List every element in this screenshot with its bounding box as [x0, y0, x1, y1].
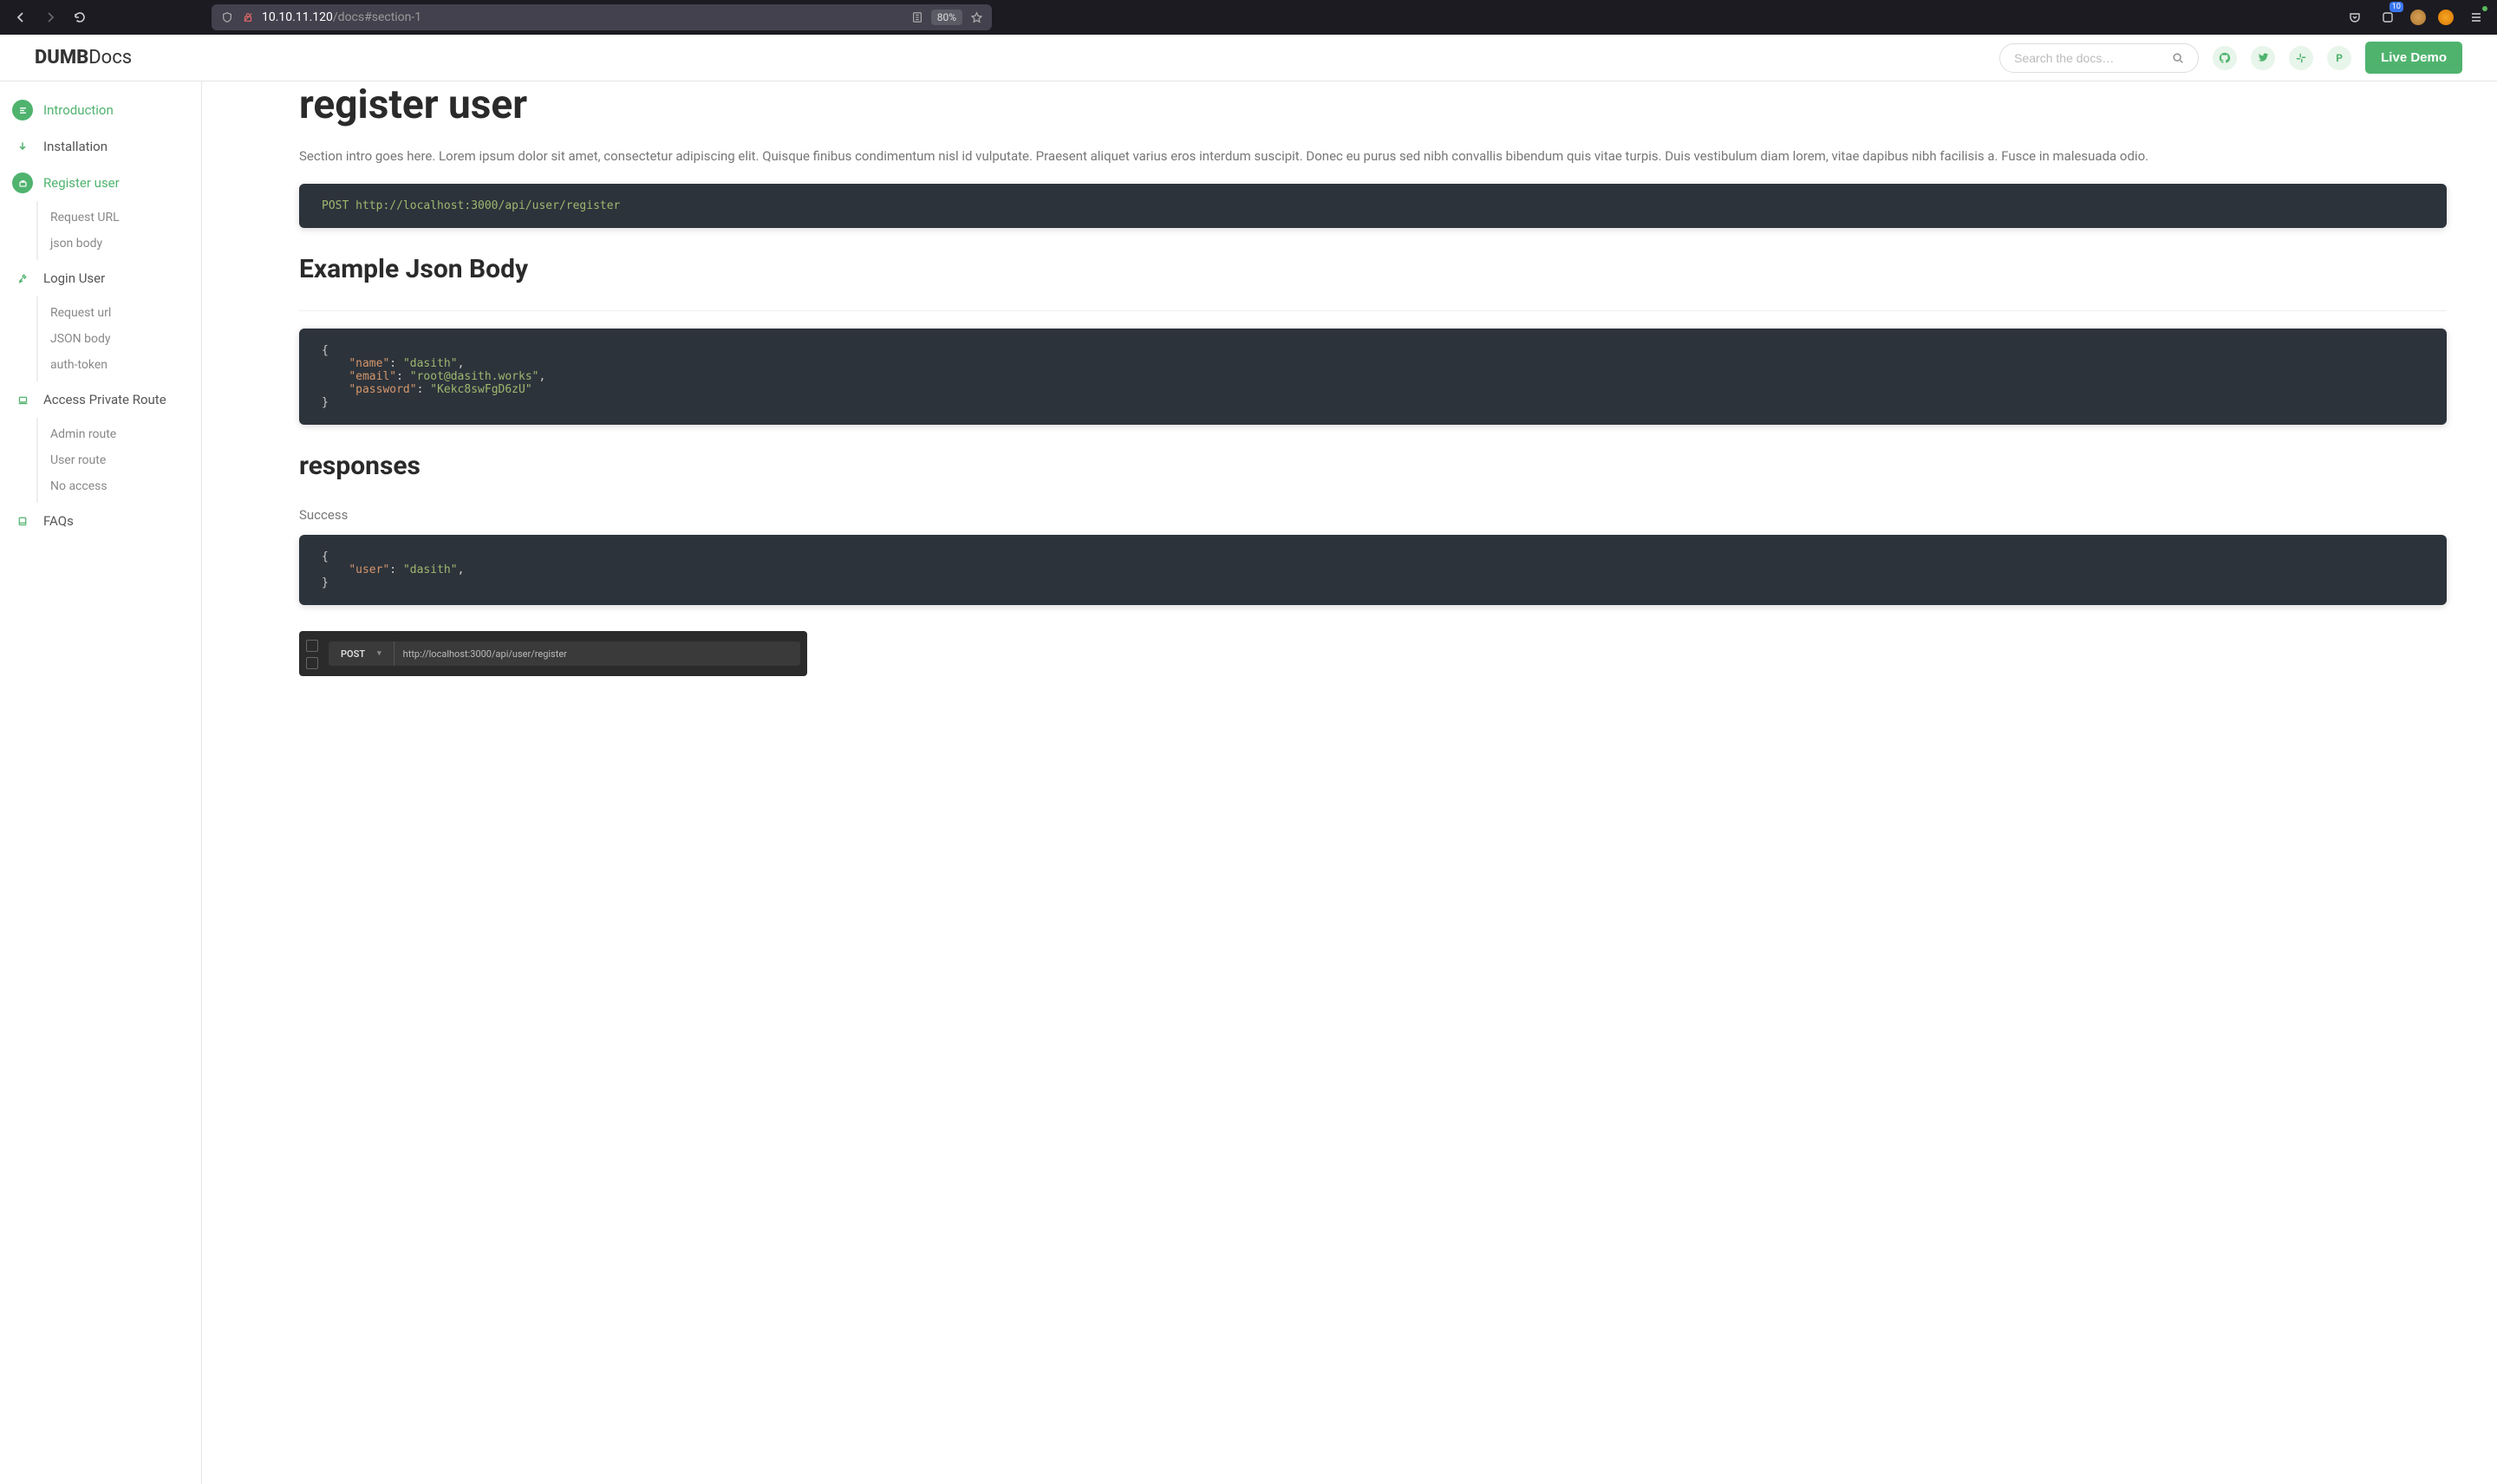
github-icon[interactable]	[2213, 46, 2237, 70]
back-button[interactable]	[10, 7, 31, 28]
heading-json-body: Example Json Body	[299, 254, 2447, 284]
page-title: register user	[299, 81, 2447, 128]
reader-icon[interactable]	[910, 10, 924, 24]
sidebar-item-label: Access Private Route	[43, 392, 166, 407]
search-input[interactable]	[2014, 51, 2172, 65]
sidebar-item-installation[interactable]: Installation	[0, 128, 201, 165]
align-icon	[12, 100, 33, 120]
sidebar-item-faqs[interactable]: FAQs	[0, 503, 201, 539]
shield-icon	[220, 10, 234, 24]
sidebar: Introduction Installation Register user …	[0, 81, 202, 1484]
postman-url: http://localhost:3000/api/user/register	[394, 648, 576, 660]
pocket-icon[interactable]	[2344, 7, 2365, 28]
sidebar-sub-request-url-2[interactable]: Request url	[38, 300, 201, 326]
twitter-icon[interactable]	[2251, 46, 2275, 70]
sidebar-item-label: Installation	[43, 139, 108, 154]
search-box[interactable]	[1999, 43, 2199, 73]
code-block-request: POST http://localhost:3000/api/user/regi…	[299, 184, 2447, 228]
success-label: Success	[299, 507, 2447, 523]
sidebar-item-label: Introduction	[43, 102, 114, 118]
logo[interactable]: DUMBDocs	[35, 47, 132, 68]
code-block-response: { "user": "dasith", }	[299, 535, 2447, 605]
product-hunt-icon[interactable]: P	[2327, 46, 2351, 70]
sidebar-subnav-register: Request URL json body	[36, 201, 201, 260]
download-icon	[12, 136, 33, 157]
sidebar-subnav-private: Admin route User route No access	[36, 418, 201, 503]
extension-badge-icon[interactable]: 10	[2377, 7, 2398, 28]
app-header: DUMBDocs P Live Demo	[0, 35, 2497, 81]
sidebar-sub-json-body-2[interactable]: JSON body	[38, 326, 201, 352]
cookie-extension-icon[interactable]	[2410, 10, 2426, 25]
heading-responses: responses	[299, 451, 2447, 481]
forward-button[interactable]	[40, 7, 61, 28]
sidebar-item-label: Login User	[43, 270, 105, 286]
intro-text: Section intro goes here. Lorem ipsum dol…	[299, 146, 2447, 166]
slack-icon[interactable]	[2289, 46, 2313, 70]
sidebar-item-register-user[interactable]: Register user	[0, 165, 201, 201]
laptop-icon	[12, 389, 33, 410]
reload-button[interactable]	[69, 7, 90, 28]
zoom-badge[interactable]: 80%	[931, 10, 962, 25]
foxy-extension-icon[interactable]	[2438, 10, 2454, 25]
hamburger-menu-icon[interactable]	[2466, 7, 2487, 28]
url-bar[interactable]: 10.10.11.120/docs#section-1 80%	[212, 4, 992, 30]
briefcase-icon	[12, 172, 33, 193]
lock-insecure-icon	[241, 10, 255, 24]
sidebar-item-label: FAQs	[43, 513, 74, 529]
chevron-down-icon: ▾	[377, 649, 381, 658]
tools-icon	[12, 268, 33, 289]
postman-side-icon	[306, 657, 318, 669]
sidebar-sub-auth-token[interactable]: auth-token	[38, 352, 201, 378]
sidebar-item-label: Register user	[43, 175, 120, 191]
bookmark-star-icon[interactable]	[969, 10, 983, 24]
postman-method: POST ▾	[329, 641, 394, 666]
sidebar-sub-admin-route[interactable]: Admin route	[38, 421, 201, 447]
browser-chrome: 10.10.11.120/docs#section-1 80% 10	[0, 0, 2497, 35]
sidebar-item-introduction[interactable]: Introduction	[0, 92, 201, 128]
search-icon[interactable]	[2172, 52, 2184, 64]
sidebar-item-login-user[interactable]: Login User	[0, 260, 201, 296]
sidebar-subnav-login: Request url JSON body auth-token	[36, 296, 201, 381]
book-icon	[12, 511, 33, 531]
divider	[299, 310, 2447, 311]
live-demo-button[interactable]: Live Demo	[2365, 42, 2462, 74]
postman-screenshot: POST ▾ http://localhost:3000/api/user/re…	[299, 631, 807, 676]
sidebar-sub-request-url[interactable]: Request URL	[38, 205, 201, 231]
sidebar-sub-no-access[interactable]: No access	[38, 473, 201, 499]
sidebar-sub-json-body[interactable]: json body	[38, 231, 201, 257]
sidebar-sub-user-route[interactable]: User route	[38, 447, 201, 473]
sidebar-item-access-private[interactable]: Access Private Route	[0, 381, 201, 418]
postman-side-icon	[306, 640, 318, 652]
main-content: register user Section intro goes here. L…	[202, 81, 2497, 1484]
url-text: 10.10.11.120/docs#section-1	[262, 10, 421, 24]
code-block-json-body: { "name": "dasith", "email": "root@dasit…	[299, 329, 2447, 425]
